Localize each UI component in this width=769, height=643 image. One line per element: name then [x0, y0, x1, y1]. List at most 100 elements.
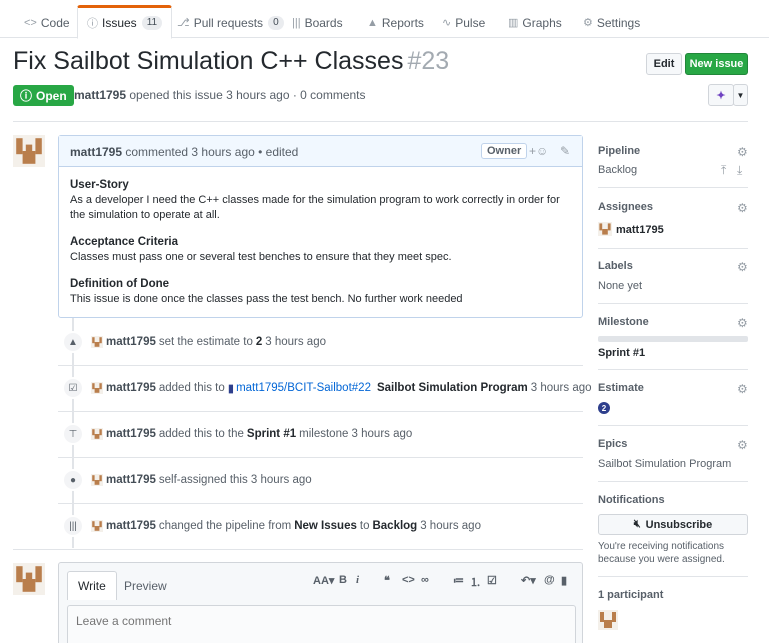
- unsubscribe-button[interactable]: 🔇︎ Unsubscribe: [598, 514, 748, 535]
- issue-comment: matt1795 commented 3 hours ago • edited …: [58, 135, 583, 318]
- pipeline-value: Backlog: [598, 164, 638, 176]
- issue-title: Fix Sailbot Simulation C++ Classes #23: [13, 47, 450, 75]
- bulleted-list-icon[interactable]: ≔: [453, 574, 464, 587]
- sidebar-divider: [598, 303, 748, 304]
- timeline-event: ● matt1795 self-assigned this 3 hours ag…: [62, 469, 312, 491]
- section-heading: Definition of Done: [70, 278, 170, 290]
- move-to-top-icon[interactable]: ⤒: [721, 163, 726, 178]
- tab-boards[interactable]: ||| Boards: [292, 7, 343, 38]
- sidebar-milestone-heading: Milestone: [598, 316, 649, 328]
- comment-author-link[interactable]: matt1795: [70, 145, 122, 159]
- pr-counter: 0: [268, 15, 284, 30]
- sidebar-divider: [598, 576, 748, 577]
- sidebar-participants-heading: 1 participant: [598, 589, 664, 601]
- timeline-divider: [58, 365, 583, 366]
- event-user-link[interactable]: matt1795: [106, 336, 156, 348]
- event-user-link[interactable]: matt1795: [106, 428, 156, 440]
- gear-icon[interactable]: ⚙: [737, 438, 748, 452]
- bookmark-icon[interactable]: ▮: [561, 574, 567, 587]
- comment-textarea[interactable]: [67, 605, 576, 643]
- code-icon[interactable]: <>: [402, 574, 415, 586]
- sidebar-estimate-heading: Estimate: [598, 382, 644, 394]
- mention-icon[interactable]: @: [544, 574, 555, 586]
- estimate-badge: 2: [598, 402, 610, 414]
- code-icon: <>: [24, 16, 37, 29]
- task-list-icon[interactable]: ☑: [487, 574, 497, 587]
- header-divider: [13, 121, 748, 122]
- zenhub-dropdown-button[interactable]: ▼: [733, 84, 748, 106]
- add-reaction-icon[interactable]: +☺: [529, 144, 548, 158]
- owner-badge: Owner: [481, 143, 528, 159]
- repo-tabbar: <> Code ⓘ Issues 11 ⎇ Pull requests 0 ||…: [0, 0, 769, 39]
- issue-state-badge: ⓘ Open: [13, 85, 74, 106]
- avatar[interactable]: [13, 135, 45, 167]
- assignee-avatar[interactable]: [598, 222, 612, 236]
- tab-write[interactable]: Write: [67, 571, 117, 600]
- section-text: As a developer I need the C++ classes ma…: [70, 194, 560, 221]
- issues-counter: 11: [141, 16, 163, 30]
- sidebar-notifications-heading: Notifications: [598, 494, 665, 506]
- bold-button[interactable]: B: [339, 574, 347, 586]
- pipeline-icon: |||: [62, 515, 84, 537]
- section-heading: User-Story: [70, 179, 129, 191]
- event-user-link[interactable]: matt1795: [106, 382, 156, 394]
- header-text-button[interactable]: AA▾: [313, 574, 334, 587]
- issue-open-icon: ⓘ: [20, 89, 33, 103]
- pencil-icon[interactable]: ✎: [560, 144, 570, 158]
- reports-icon: ▲: [367, 16, 378, 29]
- sidebar-pipeline-heading: Pipeline: [598, 145, 641, 157]
- event-user-link[interactable]: matt1795: [106, 520, 156, 532]
- timeline-end-divider: [13, 549, 583, 550]
- zenhub-button[interactable]: ✦: [708, 84, 734, 106]
- avatar[interactable]: [13, 563, 45, 595]
- assignee-name[interactable]: matt1795: [616, 224, 664, 236]
- milestone-link[interactable]: Sprint #1: [247, 428, 296, 440]
- tab-pull-requests[interactable]: ⎇ Pull requests 0: [177, 7, 284, 38]
- tab-graphs[interactable]: ▥ Graphs: [508, 7, 562, 38]
- tab-reports[interactable]: ▲ Reports: [367, 7, 424, 38]
- identicon-graphic: [13, 563, 45, 595]
- gear-icon[interactable]: ⚙: [737, 145, 748, 159]
- identicon-graphic: [13, 135, 45, 167]
- timeline-event: ||| matt1795 changed the pipeline from N…: [62, 515, 481, 537]
- quote-icon[interactable]: ❝: [384, 574, 390, 587]
- gear-icon[interactable]: ⚙: [737, 382, 748, 396]
- gear-icon[interactable]: ⚙: [737, 260, 748, 274]
- epic-link[interactable]: matt1795/BCIT-Sailbot#22: [236, 382, 371, 394]
- gear-icon[interactable]: ⚙: [737, 201, 748, 215]
- italic-button[interactable]: i: [356, 574, 359, 586]
- mini-avatar: [91, 428, 103, 440]
- milestone-link[interactable]: Sprint #1: [598, 347, 645, 359]
- issue-author-link[interactable]: matt1795: [74, 88, 126, 102]
- link-icon[interactable]: ∞: [421, 574, 429, 586]
- section-text: This issue is done once the classes pass…: [70, 293, 463, 305]
- event-user-link[interactable]: matt1795: [106, 474, 156, 486]
- person-icon: ●: [62, 469, 84, 491]
- gear-icon[interactable]: ⚙: [737, 316, 748, 330]
- timeline-divider: [58, 457, 583, 458]
- sidebar-divider: [598, 425, 748, 426]
- numbered-list-icon[interactable]: ⒈: [470, 574, 481, 590]
- timeline-event: ☑ matt1795 added this to ▮ matt1795/BCIT…: [62, 377, 592, 399]
- comment-meta: matt1795 commented 3 hours ago • edited: [70, 145, 299, 159]
- sidebar-divider: [598, 187, 748, 188]
- sidebar-divider: [598, 481, 748, 482]
- tab-settings[interactable]: ⚙ Settings: [583, 7, 640, 38]
- participant-avatar[interactable]: [598, 610, 618, 630]
- tab-code[interactable]: <> Code: [24, 7, 70, 38]
- board-icon: ☑: [62, 377, 84, 399]
- tab-pulse[interactable]: ∿ Pulse: [442, 7, 485, 38]
- epic-value[interactable]: Sailbot Simulation Program: [598, 458, 731, 470]
- tab-preview[interactable]: Preview: [114, 571, 177, 600]
- tab-issues[interactable]: ⓘ Issues 11: [77, 5, 173, 39]
- comment-body: User-Story As a developer I need the C++…: [59, 167, 582, 307]
- labels-value: None yet: [598, 280, 643, 292]
- pulse-icon: ∿: [442, 17, 452, 29]
- edit-button[interactable]: Edit: [646, 53, 682, 75]
- reply-icon[interactable]: ↶▾: [521, 574, 536, 587]
- move-to-bottom-icon[interactable]: ⤓: [737, 163, 742, 178]
- timeline-divider: [58, 503, 583, 504]
- caret-down-icon: ▼: [736, 90, 745, 100]
- milestone-icon: ⊤: [62, 423, 84, 445]
- new-issue-button[interactable]: New issue: [685, 53, 748, 75]
